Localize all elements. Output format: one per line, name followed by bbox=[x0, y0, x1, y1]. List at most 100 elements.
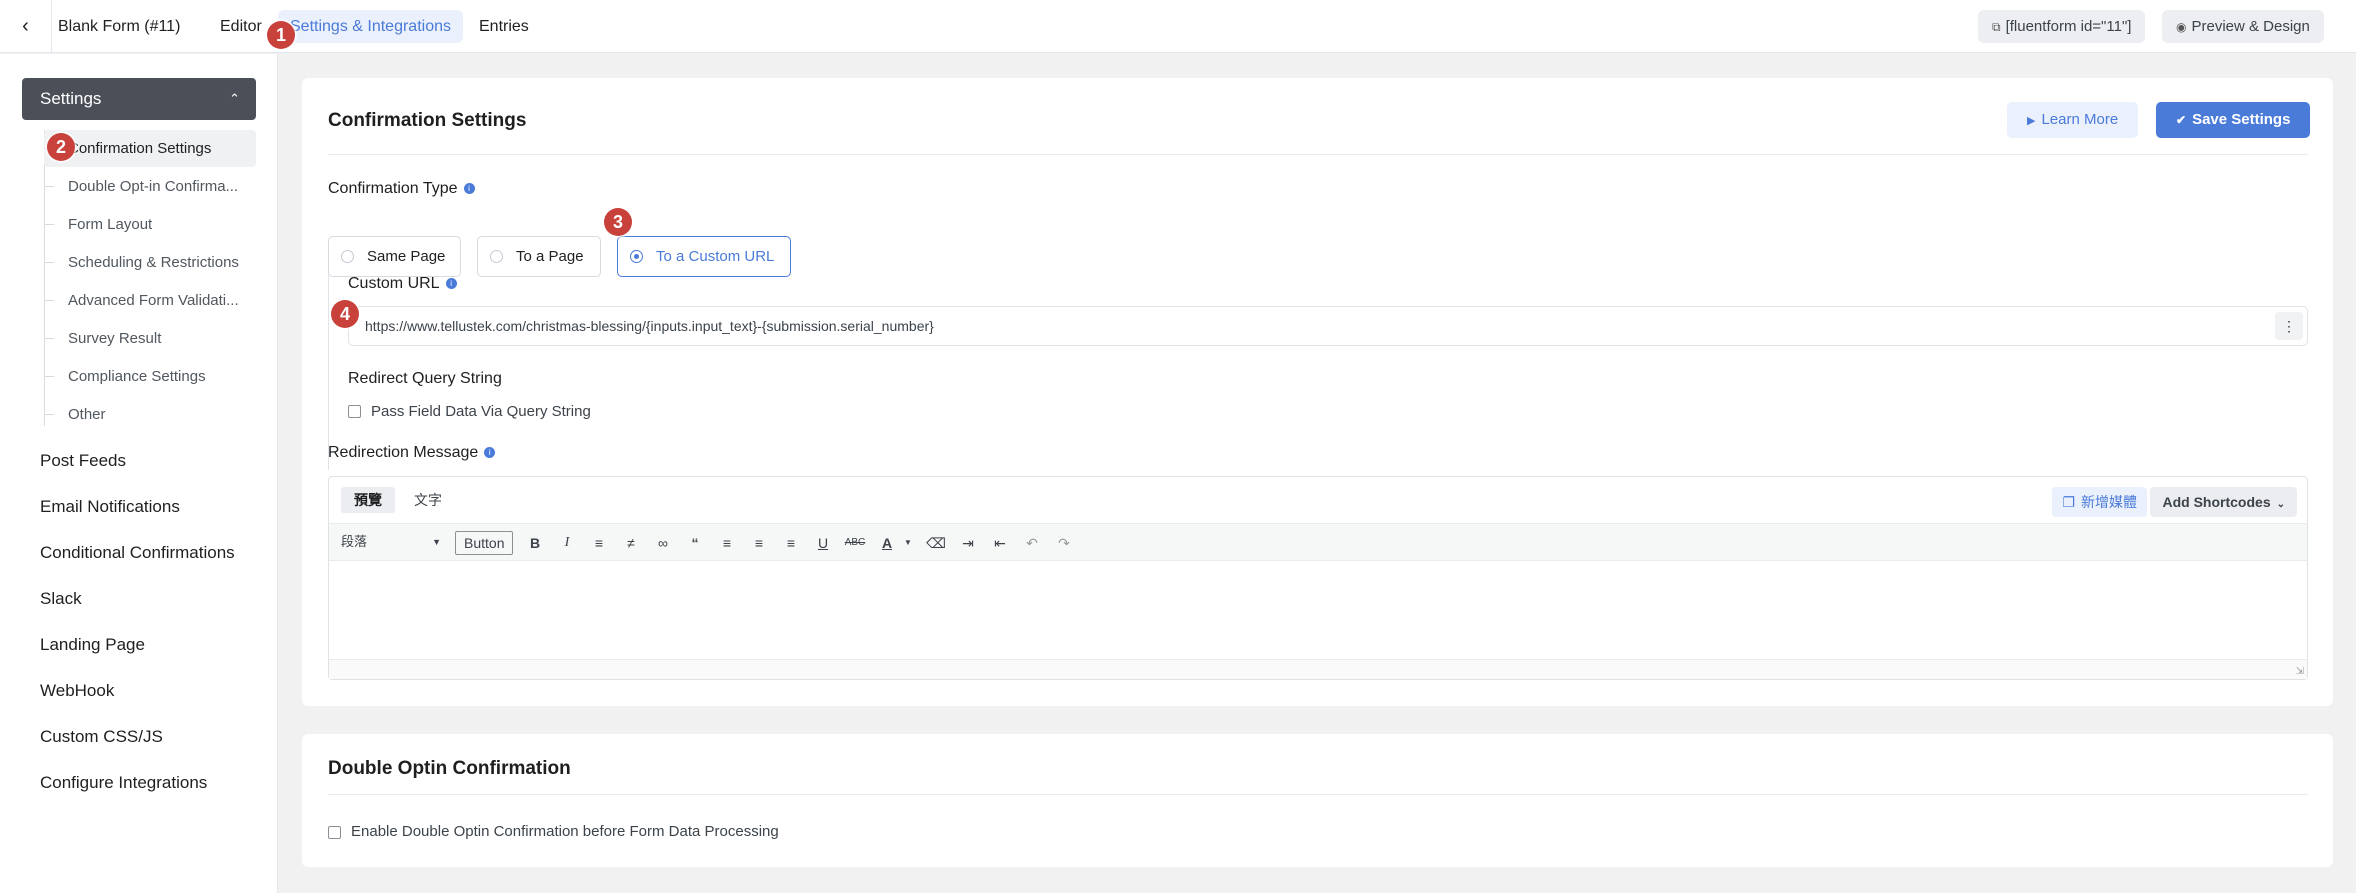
info-icon[interactable]: i bbox=[484, 447, 496, 459]
bullet-list-icon[interactable]: ≡ bbox=[588, 532, 610, 554]
radio-custom-url[interactable]: To a Custom URL bbox=[617, 236, 791, 277]
step-marker-4: 4 bbox=[331, 300, 359, 328]
info-icon[interactable]: i bbox=[463, 183, 475, 195]
underline-icon[interactable]: U bbox=[812, 532, 834, 554]
sidebar-item-label: Advanced Form Validati... bbox=[68, 292, 239, 309]
sidebar-item-label: Double Opt-in Confirma... bbox=[68, 178, 239, 195]
radio-label: Same Page bbox=[367, 248, 446, 265]
clear-format-icon[interactable]: ⌫ bbox=[925, 532, 947, 554]
tab-editor[interactable]: Editor bbox=[208, 10, 274, 43]
sidebar-section-title: Settings bbox=[40, 89, 102, 108]
enable-double-optin-checkbox[interactable] bbox=[328, 826, 341, 839]
custom-url-input[interactable]: https://www.tellustek.com/christmas-bles… bbox=[348, 306, 2308, 346]
double-optin-card: Double Optin Confirmation Enable Double … bbox=[302, 734, 2333, 867]
sidebar-item-other[interactable]: Other bbox=[44, 396, 256, 433]
save-settings-button[interactable]: ✔ Save Settings bbox=[2156, 102, 2311, 138]
divider bbox=[328, 154, 2308, 155]
preview-label: Preview & Design bbox=[2191, 18, 2310, 35]
sidebar-item-custom-css-js[interactable]: Custom CSS/JS bbox=[40, 727, 163, 747]
editor-content-area[interactable] bbox=[329, 561, 2307, 660]
play-icon: ▶ bbox=[2027, 115, 2036, 127]
redirect-query-label: Redirect Query String bbox=[348, 370, 502, 387]
info-icon[interactable]: i bbox=[445, 278, 457, 290]
card-title: Confirmation Settings bbox=[328, 110, 527, 131]
text-color-icon[interactable]: A bbox=[876, 532, 898, 554]
indent-icon[interactable]: ⇥ bbox=[957, 532, 979, 554]
editor-toolbar: 段落 ▼ Button B I ≡ ≠ ∞ “ ≡ ≡ ≡ U ABC A ▼ ⌫… bbox=[329, 523, 2307, 561]
learn-more-label: Learn More bbox=[2041, 111, 2119, 128]
sidebar-section-settings[interactable]: Settings ⌃ bbox=[22, 78, 256, 120]
sidebar-item-form-layout[interactable]: Form Layout bbox=[44, 206, 256, 243]
sidebar-item-email-notifications[interactable]: Email Notifications bbox=[40, 497, 180, 517]
align-center-icon[interactable]: ≡ bbox=[748, 532, 770, 554]
strikethrough-icon[interactable]: ABC bbox=[844, 532, 866, 554]
sidebar-item-survey-result[interactable]: Survey Result bbox=[44, 320, 256, 357]
sidebar-item-label: Survey Result bbox=[68, 330, 162, 347]
radio-circle bbox=[490, 250, 503, 263]
pass-field-label: Pass Field Data Via Query String bbox=[371, 403, 591, 420]
editor-tab-text[interactable]: 文字 bbox=[401, 487, 455, 513]
bold-icon[interactable]: B bbox=[524, 532, 546, 554]
text-color-caret-icon[interactable]: ▼ bbox=[897, 532, 919, 554]
shortcode-button[interactable]: ⧉ [fluentform id="11"] bbox=[1978, 10, 2146, 43]
more-vertical-icon[interactable]: ⋮ bbox=[2275, 312, 2303, 340]
top-bar: ‹ Blank Form (#11) Editor Settings & Int… bbox=[0, 0, 2356, 53]
radio-label: To a Page bbox=[516, 248, 584, 265]
tab-entries[interactable]: Entries bbox=[467, 10, 541, 43]
sidebar-item-conditional-confirmations[interactable]: Conditional Confirmations bbox=[40, 543, 235, 563]
radio-circle bbox=[341, 250, 354, 263]
align-left-icon[interactable]: ≡ bbox=[716, 532, 738, 554]
redirection-message-label: Redirection Message i bbox=[328, 444, 496, 462]
radio-label: To a Custom URL bbox=[656, 248, 775, 265]
sidebar-item-compliance[interactable]: Compliance Settings bbox=[44, 358, 256, 395]
resize-handle-icon[interactable]: ⇲ bbox=[2296, 666, 2304, 677]
radio-same-page[interactable]: Same Page bbox=[328, 236, 461, 277]
radio-to-a-page[interactable]: To a Page bbox=[477, 236, 601, 277]
sidebar-item-label: Scheduling & Restrictions bbox=[68, 254, 239, 271]
italic-icon[interactable]: I bbox=[556, 532, 578, 554]
editor-button[interactable]: Button bbox=[455, 531, 514, 555]
sidebar-item-webhook[interactable]: WebHook bbox=[40, 681, 114, 701]
form-name: Blank Form (#11) bbox=[58, 18, 181, 35]
eye-icon: ◉ bbox=[2176, 20, 2187, 34]
copy-icon: ⧉ bbox=[1992, 20, 2001, 34]
radio-circle-selected bbox=[630, 250, 643, 263]
add-media-button[interactable]: ❐ 新增媒體 bbox=[2052, 487, 2147, 517]
enable-double-optin-label: Enable Double Optin Confirmation before … bbox=[351, 823, 779, 840]
learn-more-button[interactable]: ▶ Learn More bbox=[2007, 102, 2139, 138]
redo-icon[interactable]: ↷ bbox=[1053, 532, 1075, 554]
confirmation-type-text: Confirmation Type bbox=[328, 180, 458, 197]
back-button[interactable]: ‹ bbox=[0, 0, 52, 53]
sidebar-item-confirmation-settings[interactable]: Confirmation Settings bbox=[44, 130, 256, 167]
sidebar-item-scheduling[interactable]: Scheduling & Restrictions bbox=[44, 244, 256, 281]
step-marker-3: 3 bbox=[604, 208, 632, 236]
add-shortcodes-button[interactable]: Add Shortcodes ⌄ bbox=[2150, 487, 2297, 517]
custom-url-text: Custom URL bbox=[348, 275, 440, 292]
numbered-list-icon[interactable]: ≠ bbox=[620, 532, 642, 554]
sidebar-item-slack[interactable]: Slack bbox=[40, 589, 82, 609]
preview-design-button[interactable]: ◉ Preview & Design bbox=[2162, 10, 2324, 43]
link-icon[interactable]: ∞ bbox=[652, 532, 674, 554]
shortcode-text: [fluentform id="11"] bbox=[2005, 18, 2132, 35]
sidebar-item-configure-integrations[interactable]: Configure Integrations bbox=[40, 773, 207, 793]
pass-field-checkbox[interactable] bbox=[348, 405, 361, 418]
chevron-up-icon: ⌃ bbox=[229, 91, 240, 106]
media-icon: ❐ bbox=[2062, 494, 2075, 510]
chevron-down-icon: ⌄ bbox=[2276, 499, 2285, 510]
outdent-icon[interactable]: ⇤ bbox=[989, 532, 1011, 554]
sidebar-item-landing-page[interactable]: Landing Page bbox=[40, 635, 145, 655]
blockquote-icon[interactable]: “ bbox=[684, 532, 706, 554]
format-select[interactable]: 段落 ▼ bbox=[335, 531, 445, 553]
format-select-value: 段落 bbox=[341, 534, 368, 549]
sidebar-item-advanced-validation[interactable]: Advanced Form Validati... bbox=[44, 282, 256, 319]
tab-settings-integrations[interactable]: Settings & Integrations bbox=[278, 10, 463, 43]
align-right-icon[interactable]: ≡ bbox=[780, 532, 802, 554]
editor-tabs: 預覽 文字 ❐ 新增媒體 Add Shortcodes ⌄ bbox=[329, 477, 2307, 523]
editor-tab-visual[interactable]: 預覽 bbox=[341, 487, 395, 513]
double-optin-title: Double Optin Confirmation bbox=[328, 758, 571, 779]
editor-statusbar: ⇲ bbox=[329, 659, 2307, 679]
undo-icon[interactable]: ↶ bbox=[1021, 532, 1043, 554]
sidebar-item-post-feeds[interactable]: Post Feeds bbox=[40, 451, 126, 471]
divider bbox=[328, 794, 2308, 795]
sidebar-item-double-optin[interactable]: Double Opt-in Confirma... bbox=[44, 168, 256, 205]
